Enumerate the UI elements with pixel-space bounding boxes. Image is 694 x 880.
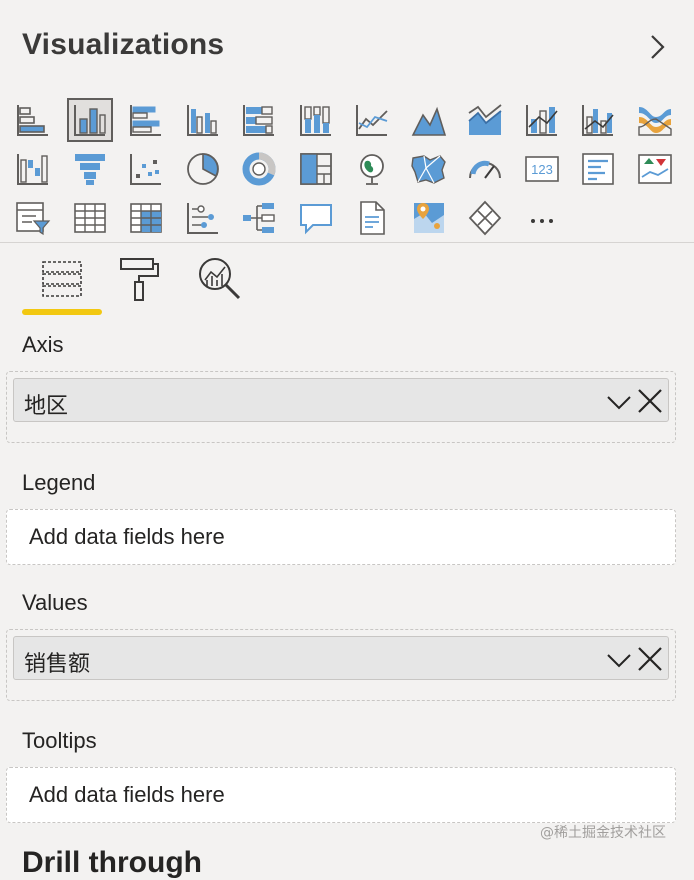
svg-text:123: 123 bbox=[531, 162, 553, 177]
line-chart-icon[interactable] bbox=[349, 98, 395, 142]
watermark: @稀土掘金技术社区 bbox=[540, 825, 666, 841]
axis-field-name: 地区 bbox=[24, 394, 69, 419]
map-icon[interactable] bbox=[349, 147, 395, 191]
pie-chart-icon[interactable] bbox=[180, 147, 226, 191]
ribbon-chart-icon[interactable] bbox=[632, 98, 678, 142]
values-field-pill[interactable]: 销售额 bbox=[13, 636, 669, 680]
close-icon[interactable] bbox=[636, 645, 664, 673]
visualizations-header: Visualizations bbox=[0, 0, 694, 90]
chevron-down-icon[interactable] bbox=[606, 389, 632, 415]
active-tab-indicator bbox=[22, 309, 102, 315]
tooltips-well[interactable]: Add data fields here bbox=[6, 767, 676, 823]
visual-gallery-row: 123 bbox=[10, 147, 694, 196]
area-chart-icon[interactable] bbox=[406, 98, 452, 142]
visual-gallery-row bbox=[10, 98, 694, 147]
legend-well[interactable]: Add data fields here bbox=[6, 509, 676, 565]
donut-chart-icon[interactable] bbox=[236, 147, 282, 191]
matrix-icon[interactable] bbox=[123, 196, 169, 240]
treemap-icon[interactable] bbox=[293, 147, 339, 191]
tooltips-placeholder: Add data fields here bbox=[29, 782, 225, 807]
divider bbox=[0, 242, 694, 243]
values-label: Values bbox=[22, 590, 88, 615]
legend-placeholder: Add data fields here bbox=[29, 524, 225, 549]
power-apps-icon[interactable] bbox=[462, 196, 508, 240]
gauge-icon[interactable] bbox=[462, 147, 508, 191]
analytics-tab-icon[interactable] bbox=[180, 248, 260, 310]
paginated-report-icon[interactable] bbox=[349, 196, 395, 240]
visual-gallery-row bbox=[10, 196, 694, 245]
key-influencers-icon[interactable] bbox=[180, 196, 226, 240]
waterfall-chart-icon[interactable] bbox=[10, 147, 56, 191]
more-visuals-icon[interactable] bbox=[519, 196, 565, 240]
visual-gallery: 123 bbox=[10, 98, 694, 245]
card-icon[interactable]: 123 bbox=[519, 147, 565, 191]
multi-row-card-icon[interactable] bbox=[575, 147, 621, 191]
pane-tabs bbox=[0, 248, 694, 318]
stacked-bar-chart-icon[interactable] bbox=[10, 98, 56, 142]
slicer-icon[interactable] bbox=[10, 196, 56, 240]
100-percent-stacked-bar-icon[interactable] bbox=[236, 98, 282, 142]
decomposition-tree-icon[interactable] bbox=[236, 196, 282, 240]
arcgis-map-icon[interactable] bbox=[406, 196, 452, 240]
axis-well[interactable]: 地区 bbox=[6, 371, 676, 443]
drill-through-heading[interactable]: Drill through bbox=[22, 846, 202, 880]
close-icon[interactable] bbox=[636, 387, 664, 415]
100-percent-stacked-column-icon[interactable] bbox=[293, 98, 339, 142]
qa-icon[interactable] bbox=[293, 196, 339, 240]
legend-label: Legend bbox=[22, 470, 96, 495]
stacked-column-chart-icon[interactable] bbox=[67, 98, 113, 142]
filled-map-icon[interactable] bbox=[406, 147, 452, 191]
values-field-name: 销售额 bbox=[24, 652, 91, 677]
funnel-chart-icon[interactable] bbox=[67, 147, 113, 191]
table-icon[interactable] bbox=[67, 196, 113, 240]
line-and-clustered-column-icon[interactable] bbox=[575, 98, 621, 142]
tooltips-label: Tooltips bbox=[22, 728, 97, 753]
clustered-column-chart-icon[interactable] bbox=[180, 98, 226, 142]
chevron-right-icon[interactable] bbox=[640, 30, 674, 64]
line-and-stacked-column-icon[interactable] bbox=[519, 98, 565, 142]
chevron-down-icon[interactable] bbox=[606, 647, 632, 673]
format-tab-icon[interactable] bbox=[100, 248, 180, 310]
clustered-bar-chart-icon[interactable] bbox=[123, 98, 169, 142]
axis-label: Axis bbox=[22, 332, 64, 357]
scatter-chart-icon[interactable] bbox=[123, 147, 169, 191]
stacked-area-chart-icon[interactable] bbox=[462, 98, 508, 142]
values-well[interactable]: 销售额 bbox=[6, 629, 676, 701]
fields-tab-icon[interactable] bbox=[22, 248, 102, 310]
pane-title: Visualizations bbox=[22, 28, 225, 61]
kpi-icon[interactable] bbox=[632, 147, 678, 191]
axis-field-pill[interactable]: 地区 bbox=[13, 378, 669, 422]
